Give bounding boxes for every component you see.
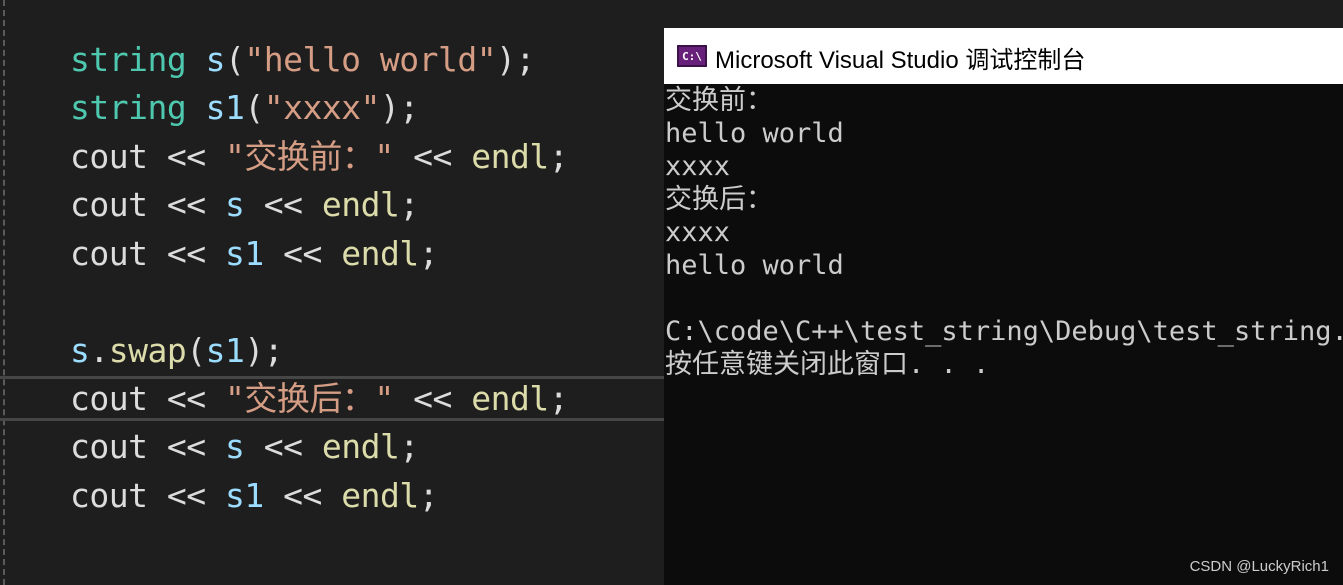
output-line: xxxx bbox=[665, 151, 731, 182]
string-literal: "hello world" bbox=[244, 40, 497, 79]
endl-manipulator: endl bbox=[471, 137, 549, 176]
variable-name: s bbox=[70, 331, 90, 370]
variable-name: s1 bbox=[205, 331, 245, 370]
console-output[interactable]: 交换前： hello world xxxx 交换后： xxxx hello wo… bbox=[664, 84, 1343, 585]
console-title: Microsoft Visual Studio 调试控制台 bbox=[715, 47, 1086, 74]
method-name: swap bbox=[108, 331, 187, 370]
endl-manipulator: endl bbox=[341, 476, 419, 515]
output-line: 按任意键关闭此窗口. . . bbox=[665, 349, 990, 380]
code-line-4[interactable]: cout << s << endl; bbox=[70, 185, 419, 225]
console-titlebar[interactable]: C:\ Microsoft Visual Studio 调试控制台 bbox=[664, 28, 1343, 84]
code-line-3[interactable]: cout << "交换前：" << endl; bbox=[70, 137, 569, 177]
code-editor[interactable]: string s("hello world"); string s1("xxxx… bbox=[0, 0, 664, 585]
type-keyword: string bbox=[70, 40, 187, 79]
endl-manipulator: endl bbox=[471, 379, 549, 418]
variable-name: s bbox=[205, 40, 226, 79]
endl-manipulator: endl bbox=[341, 234, 419, 273]
variable-name: s1 bbox=[224, 476, 264, 515]
watermark: CSDN @LuckyRich1 bbox=[1189, 558, 1329, 575]
string-literal: "交换前：" bbox=[224, 137, 394, 176]
code-line-7[interactable]: cout << "交换后：" << endl; bbox=[70, 379, 569, 419]
code-line-6[interactable]: s.swap(s1); bbox=[70, 331, 284, 371]
endl-manipulator: endl bbox=[321, 185, 400, 224]
type-keyword: string bbox=[70, 88, 187, 127]
indent-guide bbox=[3, 0, 5, 585]
code-line-8[interactable]: cout << s << endl; bbox=[70, 427, 419, 467]
output-line: 交换前： bbox=[665, 85, 773, 116]
variable-name: s bbox=[224, 427, 245, 466]
code-line-5[interactable]: cout << s1 << endl; bbox=[70, 234, 439, 274]
variable-name: s1 bbox=[224, 234, 264, 273]
debug-console-window[interactable]: C:\ Microsoft Visual Studio 调试控制台 交换前： h… bbox=[664, 28, 1343, 585]
endl-manipulator: endl bbox=[321, 427, 400, 466]
variable-name: s bbox=[224, 185, 245, 224]
output-line: xxxx bbox=[665, 217, 731, 248]
output-line: 交换后： bbox=[665, 184, 773, 215]
code-line-2[interactable]: string s1("xxxx"); bbox=[70, 88, 419, 128]
code-line-9[interactable]: cout << s1 << endl; bbox=[70, 476, 439, 516]
string-literal: "xxxx" bbox=[263, 88, 381, 127]
output-line: hello world bbox=[665, 250, 844, 281]
visual-studio-console-icon: C:\ bbox=[677, 45, 707, 67]
output-line: C:\code\C++\test_string\Debug\test_strin… bbox=[665, 316, 1343, 347]
output-line: hello world bbox=[665, 118, 844, 149]
string-literal: "交换后：" bbox=[224, 379, 394, 418]
variable-name: s1 bbox=[205, 88, 245, 127]
code-line-1[interactable]: string s("hello world"); bbox=[70, 40, 535, 80]
